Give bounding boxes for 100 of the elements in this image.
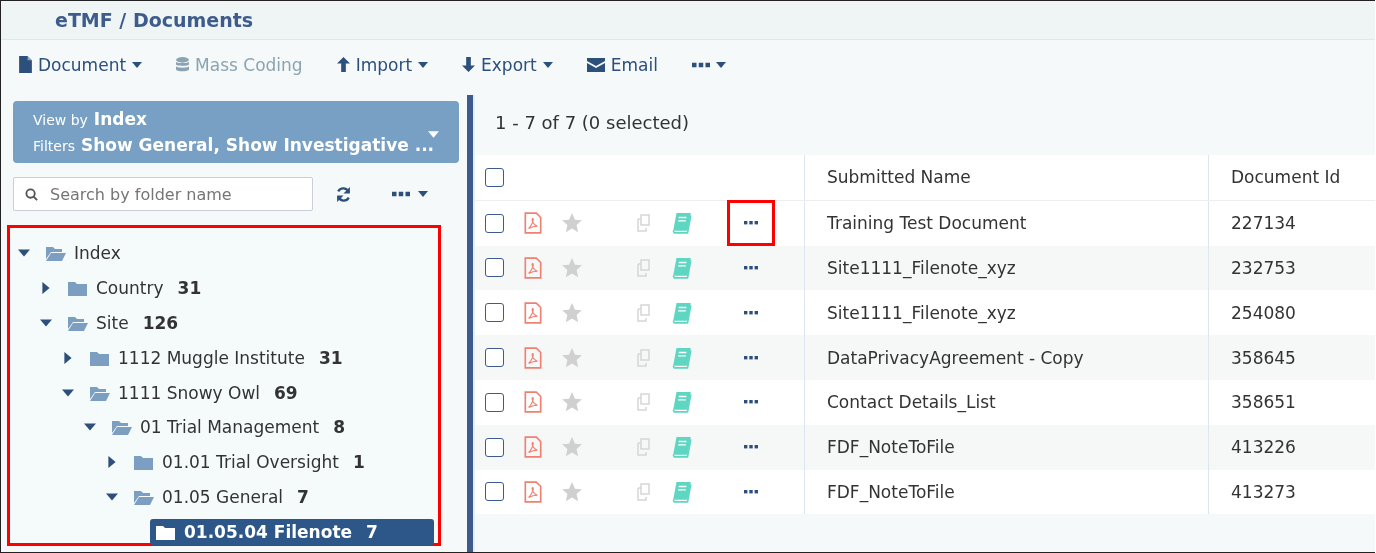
star-icon[interactable] bbox=[561, 346, 583, 369]
pdf-icon[interactable] bbox=[524, 301, 542, 324]
copy-icon[interactable] bbox=[635, 482, 653, 501]
pdf-icon[interactable] bbox=[524, 257, 542, 279]
table-cell: FDF_NoteToFile bbox=[805, 424, 1209, 470]
table-cell: DataPrivacyAgreement - Copy bbox=[805, 335, 1209, 380]
toolbar-button[interactable]: Email bbox=[586, 52, 658, 77]
row-checkbox[interactable] bbox=[485, 348, 504, 368]
expand-toggle-icon[interactable] bbox=[62, 386, 74, 399]
star-icon[interactable] bbox=[561, 480, 583, 503]
table-cell-text: 358645 bbox=[1230, 346, 1296, 370]
copy-icon[interactable] bbox=[635, 214, 653, 233]
star-icon[interactable] bbox=[561, 257, 583, 279]
tree-item[interactable]: Country 31 bbox=[62, 275, 208, 302]
document-icon bbox=[19, 56, 32, 73]
folder-open-icon bbox=[134, 488, 154, 505]
star-icon[interactable] bbox=[561, 301, 583, 324]
copy-icon[interactable] bbox=[635, 348, 653, 367]
star-icon[interactable] bbox=[561, 212, 583, 235]
copy-icon[interactable] bbox=[635, 259, 653, 277]
pdf-icon[interactable] bbox=[524, 436, 542, 459]
table-cell: FDF_NoteToFile bbox=[805, 469, 1209, 515]
row-checkbox[interactable] bbox=[485, 258, 504, 278]
table-cell-text: 254080 bbox=[1230, 301, 1296, 325]
tree-item[interactable]: 1112 Muggle Institute 31 bbox=[84, 344, 349, 371]
folder-icon bbox=[134, 454, 154, 471]
book-icon[interactable] bbox=[671, 301, 693, 324]
table-cell-text: 358651 bbox=[1230, 391, 1296, 415]
book-icon[interactable] bbox=[671, 212, 693, 235]
folder-open-icon bbox=[90, 384, 110, 401]
more-icon bbox=[744, 221, 758, 226]
toolbar-button[interactable]: Export bbox=[462, 52, 553, 77]
envelope-icon bbox=[586, 57, 605, 72]
expand-toggle-icon[interactable] bbox=[106, 490, 118, 503]
table-cell: Site1111_Filenote_xyz bbox=[805, 245, 1209, 291]
table-cell-text: 232753 bbox=[1230, 257, 1296, 280]
folder-icon bbox=[68, 280, 88, 297]
expand-toggle-icon[interactable] bbox=[106, 456, 118, 469]
toolbar-button[interactable]: Document bbox=[19, 52, 143, 77]
pdf-icon[interactable] bbox=[524, 212, 542, 235]
tree-item[interactable]: 01.01 Trial Oversight 1 bbox=[128, 449, 371, 476]
arrow-down-icon bbox=[462, 56, 476, 73]
arrow-up-icon bbox=[336, 56, 350, 73]
table-cell: Training Test Document bbox=[805, 200, 1209, 246]
search-field[interactable]: Search by folder name bbox=[13, 177, 313, 211]
book-icon[interactable] bbox=[671, 480, 693, 503]
select-all-checkbox[interactable] bbox=[485, 167, 504, 187]
folder-open-icon bbox=[112, 419, 132, 436]
tree-item[interactable]: 1111 Snowy Owl 69 bbox=[84, 379, 304, 406]
pdf-icon[interactable] bbox=[524, 346, 542, 369]
more-icon bbox=[744, 400, 758, 405]
book-icon[interactable] bbox=[671, 436, 693, 459]
more-icon bbox=[744, 266, 758, 270]
more-icon bbox=[744, 490, 758, 494]
pdf-icon[interactable] bbox=[524, 391, 542, 414]
tree-item[interactable]: 01.05 General 7 bbox=[128, 483, 315, 510]
copy-icon[interactable] bbox=[635, 438, 653, 457]
expand-toggle-icon[interactable] bbox=[62, 351, 74, 364]
results-summary: 1 - 7 of 7 (0 selected) bbox=[495, 111, 689, 133]
column-header[interactable]: Submitted Name bbox=[805, 155, 1209, 200]
book-icon[interactable] bbox=[671, 346, 693, 369]
toolbar-button[interactable]: Import bbox=[336, 52, 429, 77]
row-checkbox[interactable] bbox=[485, 392, 504, 412]
search-icon bbox=[25, 188, 38, 201]
book-icon[interactable] bbox=[671, 257, 693, 279]
view-by-label: View by bbox=[33, 112, 88, 128]
table-cell-text: 227134 bbox=[1230, 212, 1296, 236]
view-by-value: Index bbox=[93, 109, 147, 129]
book-icon[interactable] bbox=[671, 391, 693, 414]
more-icon bbox=[744, 355, 758, 360]
table-cell: Contact Details_List bbox=[805, 380, 1209, 425]
column-header[interactable]: Document Id bbox=[1209, 155, 1341, 200]
star-icon[interactable] bbox=[561, 391, 583, 414]
copy-icon[interactable] bbox=[635, 393, 653, 412]
tree-item[interactable]: Site 126 bbox=[62, 310, 185, 336]
pdf-icon[interactable] bbox=[524, 480, 542, 503]
row-checkbox[interactable] bbox=[485, 303, 504, 323]
expand-toggle-icon[interactable] bbox=[40, 282, 52, 295]
tree-item[interactable]: 01.05.04 Filenote 7 bbox=[150, 518, 434, 545]
caret-icon bbox=[418, 191, 428, 197]
star-icon[interactable] bbox=[561, 436, 583, 459]
table-cell-text: 413226 bbox=[1230, 436, 1296, 460]
expand-toggle-icon[interactable] bbox=[40, 317, 52, 329]
row-checkbox[interactable] bbox=[485, 213, 504, 233]
filters-value: Show General, Show Investigative ... bbox=[80, 135, 435, 155]
folder-open-icon bbox=[68, 315, 88, 331]
caret-icon bbox=[428, 131, 439, 138]
table-cell-text: 413273 bbox=[1230, 480, 1296, 504]
splitter-bar[interactable] bbox=[467, 95, 475, 552]
row-checkbox[interactable] bbox=[485, 437, 504, 457]
refresh-icon[interactable] bbox=[335, 185, 352, 203]
row-menu-button[interactable] bbox=[727, 200, 775, 247]
database-icon bbox=[176, 56, 190, 73]
more-icon bbox=[744, 445, 758, 450]
row-checkbox[interactable] bbox=[485, 482, 504, 502]
folder-open-icon bbox=[46, 245, 66, 262]
more-icon bbox=[744, 310, 758, 315]
copy-icon[interactable] bbox=[635, 303, 653, 322]
tree-item[interactable]: Index bbox=[40, 240, 127, 267]
tree-item[interactable]: 01 Trial Management 8 bbox=[106, 414, 351, 441]
